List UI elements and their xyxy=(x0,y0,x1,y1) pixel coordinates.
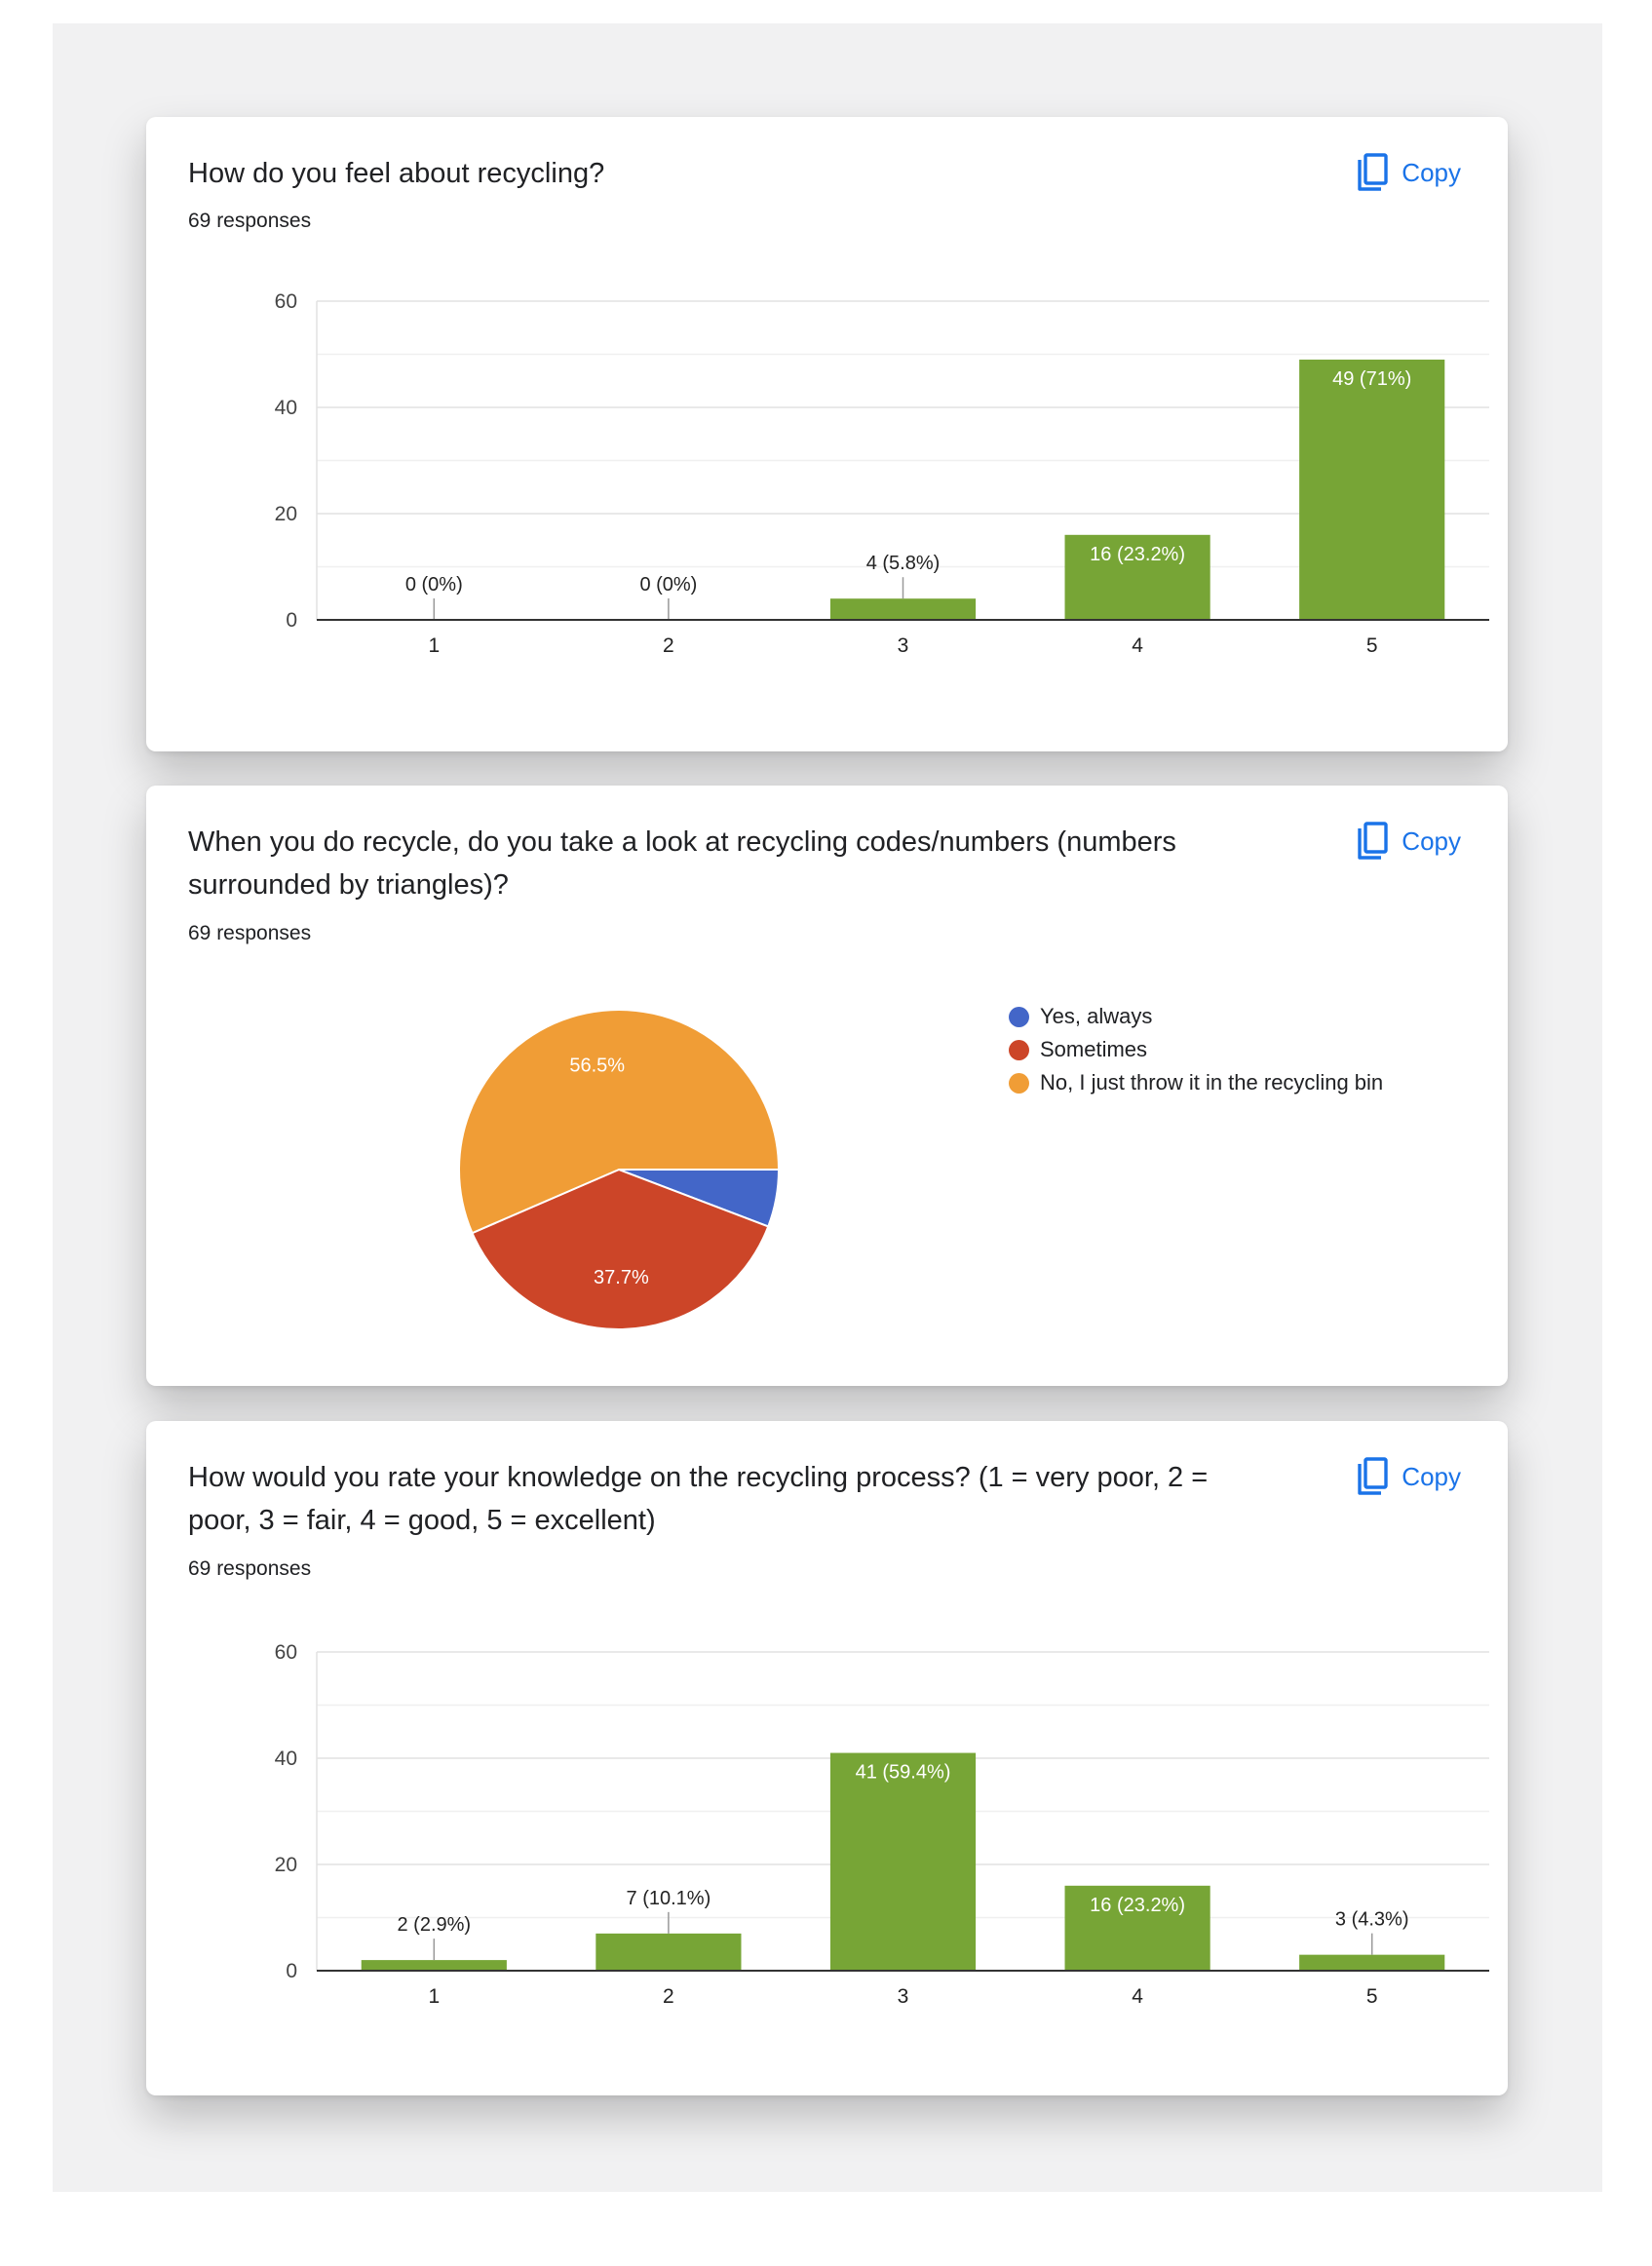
x-tick-label: 1 xyxy=(428,634,440,657)
bar-chart: 0 20 40 60 2 (2.9%) 1 7 (10.1%) 2 41 (59.4%) 3 16 … xyxy=(275,1641,1489,2008)
y-tick-label: 0 xyxy=(286,1960,297,1982)
bar xyxy=(829,598,977,620)
legend-swatch xyxy=(1009,1039,1029,1060)
bar xyxy=(1299,359,1445,620)
y-tick-label: 20 xyxy=(275,503,297,525)
pie-slice-label: 56.5% xyxy=(569,1055,625,1076)
bar xyxy=(361,1960,507,1971)
bar-data-label: 0 (0%) xyxy=(639,574,697,595)
x-tick-label: 4 xyxy=(1132,634,1143,657)
legend-item: No, I just throw it in the recycling bin xyxy=(1009,1066,1383,1099)
y-tick-label: 60 xyxy=(275,1641,297,1664)
legend-label: Sometimes xyxy=(1040,1037,1148,1061)
question-card-1: How do you feel about recycling? 69 resp… xyxy=(146,117,1508,751)
x-tick-label: 2 xyxy=(663,1985,674,2008)
bar-data-label: 4 (5.8%) xyxy=(866,553,941,574)
pie-slice-label: 37.7% xyxy=(594,1267,649,1288)
y-tick-label: 60 xyxy=(275,290,297,313)
y-tick-label: 40 xyxy=(275,397,297,419)
bar-data-label: 49 (71%) xyxy=(1332,368,1411,390)
bar-data-label: 41 (59.4%) xyxy=(856,1762,951,1784)
bar-data-label: 7 (10.1%) xyxy=(627,1888,711,1909)
bar-data-label: 2 (2.9%) xyxy=(398,1914,472,1936)
bar xyxy=(595,1933,742,1971)
x-tick-label: 4 xyxy=(1132,1985,1143,2008)
x-tick-label: 1 xyxy=(428,1985,440,2008)
legend-swatch xyxy=(1009,1006,1029,1027)
x-tick-label: 2 xyxy=(663,634,674,657)
bar xyxy=(1299,1954,1445,1971)
bar-data-label: 0 (0%) xyxy=(405,574,463,595)
legend-swatch xyxy=(1009,1072,1029,1094)
bar-data-label: 16 (23.2%) xyxy=(1090,544,1185,565)
bar-chart: 0 20 40 60 0 (0%) 1 0 (0%) 2 4 (5.8%) 3 16 (23.2%)… xyxy=(275,290,1489,657)
legend-label: No, I just throw it in the recycling bin xyxy=(1040,1070,1384,1095)
question-card-3: How would you rate your knowledge on the… xyxy=(146,1421,1508,2095)
x-tick-label: 5 xyxy=(1366,634,1378,657)
pie-legend: Yes, always Sometimes No, I just throw i… xyxy=(1009,1000,1383,1099)
bar xyxy=(829,1752,977,1971)
bar-data-label: 3 (4.3%) xyxy=(1335,1909,1409,1931)
legend-label: Yes, always xyxy=(1040,1004,1153,1028)
question-card-2: When you do recycle, do you take a look … xyxy=(146,786,1508,1386)
x-tick-label: 3 xyxy=(898,1985,909,2008)
legend-item: Yes, always xyxy=(1009,1000,1383,1033)
y-tick-label: 0 xyxy=(286,609,297,632)
x-tick-label: 5 xyxy=(1366,1985,1378,2008)
y-tick-label: 40 xyxy=(275,1748,297,1770)
y-tick-label: 20 xyxy=(275,1854,297,1876)
bar-data-label: 16 (23.2%) xyxy=(1090,1895,1185,1916)
x-tick-label: 3 xyxy=(898,634,909,657)
legend-item: Sometimes xyxy=(1009,1033,1383,1066)
